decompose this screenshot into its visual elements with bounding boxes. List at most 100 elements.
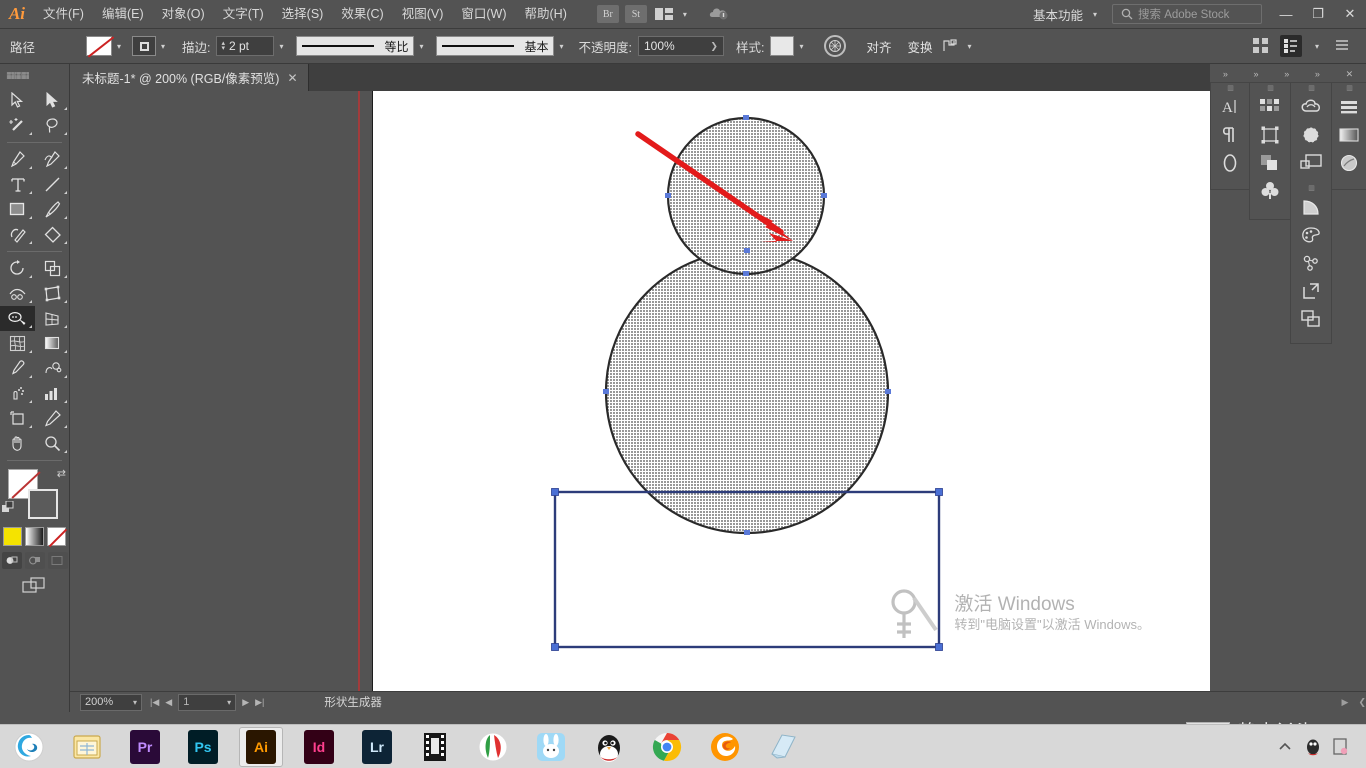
taskbar-lightroom[interactable]: Lr — [355, 727, 399, 767]
dock-close-icon[interactable]: ✕ — [1346, 69, 1354, 80]
gradient-swatch[interactable] — [25, 527, 44, 546]
opacity-flyout-icon[interactable]: ❯ — [710, 41, 718, 52]
next-artboard-icon[interactable]: ▶ — [242, 697, 249, 708]
menu-file[interactable]: 文件(F) — [34, 0, 93, 29]
shape-builder-tool[interactable] — [0, 306, 35, 331]
taskbar-video-editor[interactable] — [413, 727, 457, 767]
taskbar-illustrator[interactable]: Ai — [239, 726, 283, 767]
layers-panel-icon[interactable] — [1291, 149, 1331, 177]
column-grip-2[interactable]: ▥ — [1250, 83, 1290, 93]
taskbar-premiere[interactable]: Pr — [123, 727, 167, 767]
symbols-panel-icon[interactable] — [1250, 177, 1290, 205]
perspective-grid-tool[interactable] — [35, 306, 70, 331]
stock-icon[interactable]: St — [624, 5, 647, 23]
brush-chevron-icon[interactable]: ▾ — [554, 36, 568, 56]
pen-tool[interactable] — [0, 147, 35, 172]
width-tool[interactable] — [0, 281, 35, 306]
zoom-chevron-icon[interactable]: ▾ — [133, 698, 137, 707]
menu-effect[interactable]: 效果(C) — [332, 0, 392, 29]
align-button[interactable]: 对齐 — [858, 37, 899, 56]
lasso-tool[interactable] — [35, 113, 70, 138]
close-icon[interactable]: ✕ — [287, 71, 297, 85]
cc-libraries-icon[interactable] — [1291, 93, 1331, 121]
free-transform-tool[interactable] — [35, 281, 70, 306]
list-options-icon[interactable] — [1332, 35, 1354, 57]
menu-window[interactable]: 窗口(W) — [452, 0, 515, 29]
creative-cloud-icon[interactable] — [706, 3, 734, 25]
slice-tool[interactable] — [35, 406, 70, 431]
artboards-panel-icon[interactable] — [1291, 277, 1331, 305]
color-panel-icon[interactable] — [1291, 249, 1331, 277]
stock-search-box[interactable]: 搜索 Adobe Stock — [1112, 4, 1262, 24]
taskbar-file-explorer[interactable] — [65, 727, 109, 767]
swap-fill-stroke-icon[interactable]: ⇄ — [57, 467, 66, 480]
column-grip-3b[interactable]: ▥ — [1291, 183, 1331, 193]
column-grip-1[interactable]: ▥ — [1211, 83, 1249, 93]
prev-artboard-icon[interactable]: ◀ — [165, 697, 172, 708]
arrange-chevron-icon[interactable]: ▾ — [678, 4, 692, 24]
status-prev-icon[interactable]: ❮ — [1358, 697, 1366, 708]
align-panel-icon[interactable] — [1280, 35, 1302, 57]
color-guide-icon[interactable] — [1291, 221, 1331, 249]
line-segment-tool[interactable] — [35, 172, 70, 197]
taskbar-chrome[interactable] — [645, 727, 689, 767]
fill-color-swatch[interactable] — [86, 36, 112, 56]
first-artboard-icon[interactable]: |◀ — [150, 697, 159, 708]
isolate-selected-icon[interactable] — [940, 35, 962, 57]
menu-view[interactable]: 视图(V) — [393, 0, 453, 29]
close-button[interactable]: ✕ — [1334, 0, 1366, 29]
recolor-artwork-icon[interactable] — [824, 35, 847, 57]
expand-panels-icon-1[interactable]: » — [1223, 69, 1228, 79]
transform-chevron-icon[interactable]: ▾ — [962, 36, 976, 56]
swatches-panel-icon[interactable] — [1250, 93, 1290, 121]
canvas-area[interactable]: 激活 Windows 转到"电脑设置"以激活 Windows。 — [70, 91, 1210, 712]
profile-chevron-icon[interactable]: ▾ — [414, 36, 428, 56]
symbol-sprayer-tool[interactable] — [0, 381, 35, 406]
zoom-tool[interactable] — [35, 431, 70, 456]
stroke-color-swatch[interactable] — [132, 36, 156, 56]
taskbar-firefox[interactable] — [703, 727, 747, 767]
type-tool[interactable] — [0, 172, 35, 197]
paragraph-panel-icon[interactable] — [1210, 121, 1250, 149]
menu-type[interactable]: 文字(T) — [214, 0, 273, 29]
arrange-documents-icon[interactable] — [652, 5, 676, 23]
gradient-tool[interactable] — [35, 331, 70, 356]
restore-button[interactable]: ❐ — [1302, 0, 1334, 29]
eraser-tool[interactable] — [35, 222, 70, 247]
show-hidden-icons-arrow[interactable] — [1276, 738, 1294, 756]
status-next-icon[interactable]: ▶ — [1342, 697, 1349, 708]
scale-tool[interactable] — [35, 256, 70, 281]
menu-select[interactable]: 选择(S) — [273, 0, 333, 29]
menu-object[interactable]: 对象(O) — [153, 0, 214, 29]
glyph-panel-icon[interactable] — [1210, 149, 1250, 177]
bridge-icon[interactable]: Br — [596, 5, 619, 23]
tools-panel-drag-handle[interactable]: ▦▦▦ — [0, 66, 70, 84]
input-method-icon[interactable] — [1332, 737, 1350, 756]
zoom-level-field[interactable]: 200% ▾ — [80, 693, 142, 711]
taskbar-wps[interactable] — [471, 727, 515, 767]
blend-tool[interactable] — [35, 356, 70, 381]
transform-panel-icon[interactable] — [1250, 121, 1290, 149]
taskbar-photoshop[interactable]: Ps — [181, 727, 225, 767]
character-panel-icon[interactable]: A — [1210, 93, 1250, 121]
document-tab[interactable]: 未标题-1* @ 200% (RGB/像素预览) ✕ — [70, 64, 309, 91]
direct-selection-tool[interactable] — [35, 88, 70, 113]
stroke-weight-chevron-icon[interactable]: ▾ — [274, 36, 288, 56]
magic-wand-tool[interactable] — [0, 113, 35, 138]
taskbar-indesign[interactable]: Id — [297, 727, 341, 767]
graphic-style-swatch[interactable] — [770, 36, 795, 56]
links-panel-icon[interactable] — [1291, 305, 1331, 333]
menu-help[interactable]: 帮助(H) — [516, 0, 576, 29]
default-fill-stroke-icon[interactable] — [2, 500, 15, 519]
stroke-indicator[interactable] — [28, 489, 58, 519]
artboard-tool[interactable] — [0, 406, 35, 431]
expand-panels-icon-2[interactable]: » — [1254, 69, 1259, 79]
expand-panels-icon-4[interactable]: » — [1315, 69, 1320, 79]
appearance-panel-icon[interactable] — [1329, 149, 1366, 177]
eyedropper-tool[interactable] — [0, 356, 35, 381]
screen-mode-button[interactable] — [0, 577, 69, 595]
taskbar-rabbit-app[interactable] — [529, 727, 573, 767]
menu-edit[interactable]: 编辑(E) — [93, 0, 153, 29]
transform-button[interactable]: 变换 — [899, 37, 940, 56]
shaper-tool[interactable] — [0, 222, 35, 247]
